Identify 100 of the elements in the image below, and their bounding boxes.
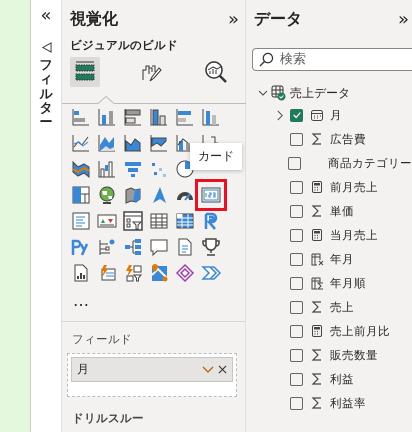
card-icon (201, 185, 221, 205)
close-icon[interactable] (218, 365, 227, 374)
filters-pane-title[interactable]: フィルター (40, 59, 52, 130)
sigma-icon (310, 132, 324, 146)
field-chip[interactable]: 月 (71, 357, 233, 382)
tooltip: カード (190, 143, 242, 170)
decomposition-tree-icon (123, 237, 143, 257)
field-name: 広告費 (330, 132, 366, 146)
lightning-slicer-icon (123, 263, 143, 283)
field-item[interactable]: 商品カテゴリー (250, 151, 412, 175)
bar-chart-icon (123, 107, 143, 127)
checkbox[interactable] (290, 396, 303, 410)
checkbox[interactable] (290, 132, 303, 146)
field-item[interactable]: 月 (250, 103, 412, 127)
stacked-column-chart-icon (97, 107, 117, 127)
multi-row-card-icon (71, 211, 91, 231)
field-name: 商品カテゴリー (328, 156, 412, 170)
clustered-bar-chart-icon (175, 107, 195, 127)
sigma-icon (310, 348, 324, 362)
checkbox[interactable] (290, 252, 303, 266)
slicer-icon (123, 211, 143, 231)
filter-icon (40, 42, 52, 53)
key-influencers-icon (97, 237, 117, 257)
field-item[interactable]: 売上 (250, 295, 412, 319)
funnel-chart-icon (123, 159, 143, 179)
field-item[interactable]: 利益率 (250, 391, 412, 415)
calculator-icon (310, 180, 324, 194)
checkbox[interactable] (290, 204, 303, 218)
checkbox[interactable] (290, 180, 303, 194)
expand-button[interactable]: » (228, 8, 239, 30)
diamond-icon (175, 263, 195, 283)
chevron-down-icon[interactable] (258, 88, 268, 98)
table-icon (271, 85, 287, 101)
analytics-icon (204, 60, 228, 84)
field-item[interactable]: 販売数量 (250, 343, 412, 367)
ribbon-chart-icon (71, 159, 91, 179)
checkbox[interactable] (290, 324, 303, 338)
collapse-button[interactable]: « (40, 6, 52, 26)
field-item[interactable]: 売上前月比 (250, 319, 412, 343)
section-heading: ビジュアルのビルド (69, 37, 179, 53)
field-name: 単価 (330, 204, 354, 218)
checkbox[interactable] (290, 108, 303, 122)
table-icon (149, 211, 169, 231)
field-name: 年月順 (330, 276, 366, 290)
field-name: 売上前月比 (330, 324, 390, 338)
search-input[interactable]: 検索 (280, 52, 380, 67)
checkbox[interactable] (290, 348, 303, 362)
field-item[interactable]: 広告費 (250, 127, 412, 151)
pane-title: 視覚化 (70, 8, 118, 30)
checkbox[interactable] (290, 372, 303, 386)
stacked-bar-chart-icon (71, 107, 91, 127)
clustered-column-chart-icon (201, 107, 221, 127)
field-name: 売上 (330, 300, 354, 314)
table-sort-icon (310, 276, 324, 290)
checkbox[interactable] (290, 300, 303, 314)
calendar-icon (310, 108, 324, 122)
sigma-icon (310, 396, 324, 410)
field-item[interactable]: 年月 (250, 247, 412, 271)
column-chart-icon (149, 107, 169, 127)
field-item[interactable]: 利益 (250, 367, 412, 391)
visual-type-button[interactable] (121, 209, 145, 233)
field-name: 利益率 (330, 396, 366, 410)
search-field[interactable]: 検索 (252, 48, 412, 71)
field-item[interactable]: 前月売上 (250, 175, 412, 199)
field-name: 当月売上 (330, 228, 378, 242)
table-item[interactable]: 売上データ (250, 83, 412, 103)
sigma-icon (310, 300, 324, 314)
field-name: 前月売上 (330, 180, 378, 194)
sigma-icon (310, 204, 324, 218)
field-item[interactable]: 単価 (250, 199, 412, 223)
field-item[interactable]: 当月売上 (250, 223, 412, 247)
expand-button[interactable]: » (398, 8, 409, 30)
line-chart-icon (71, 133, 91, 153)
calculator-icon (310, 324, 324, 338)
more-visuals-button[interactable]: … (69, 289, 93, 313)
build-mode-tab[interactable] (70, 57, 100, 87)
visual-type-button[interactable] (173, 261, 197, 285)
field-name: 月 (330, 108, 342, 122)
checkbox[interactable] (290, 228, 303, 242)
checkbox[interactable] (288, 156, 301, 170)
treemap-icon (71, 185, 91, 205)
table-formula-icon (310, 252, 324, 266)
ribbon-area-chart-icon (149, 133, 169, 153)
chevron-right-icon[interactable] (276, 110, 285, 120)
map-pin-icon (149, 263, 169, 283)
matrix-icon (175, 211, 195, 231)
globe-icon (97, 185, 117, 205)
python-visual-icon (71, 237, 91, 257)
field-name: 販売数量 (330, 348, 378, 362)
field-item[interactable]: 年月順 (250, 271, 412, 295)
field-well[interactable]: 月 (67, 353, 237, 397)
table-name: 売上データ (290, 84, 350, 102)
field-well-label: フィールド (71, 331, 133, 348)
calculator-icon (310, 228, 324, 242)
trophy-icon (201, 237, 221, 257)
checkbox[interactable] (290, 276, 303, 290)
search-icon (259, 52, 274, 67)
waterfall-chart-icon (97, 159, 117, 179)
speech-bubble-icon (149, 237, 169, 257)
sigma-icon (310, 372, 324, 386)
